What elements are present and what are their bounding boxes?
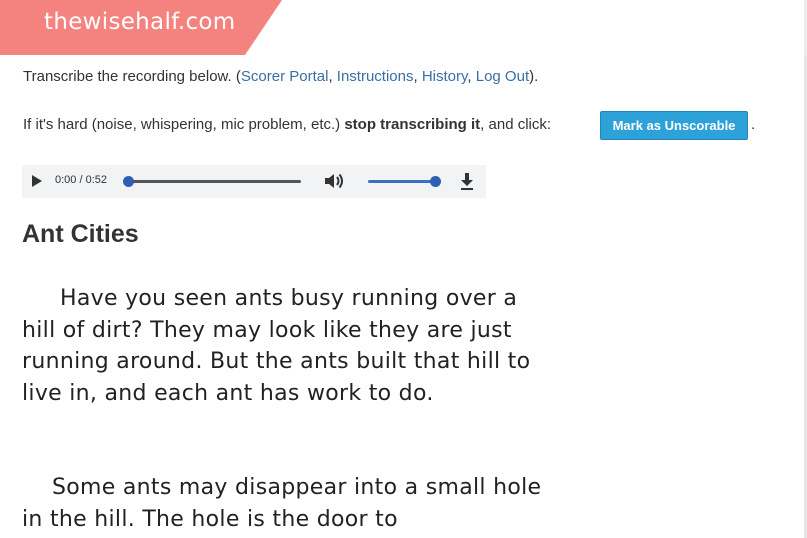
audio-progress-thumb[interactable]: [123, 176, 134, 187]
download-icon[interactable]: [459, 172, 475, 191]
instructions-link[interactable]: Instructions: [337, 68, 414, 85]
instructions-prefix: Transcribe the recording below. (: [23, 68, 241, 85]
story-paragraph: Some ants may disappear into a small hol…: [22, 475, 542, 532]
unscorable-instructions: If it's hard (noise, whispering, mic pro…: [23, 116, 552, 133]
history-link[interactable]: History: [422, 68, 468, 85]
instructions-suffix: ).: [529, 68, 539, 85]
audio-progress-track[interactable]: [127, 180, 301, 183]
log-out-link[interactable]: Log Out: [476, 68, 529, 85]
volume-icon[interactable]: [324, 172, 344, 190]
trailing-period: .: [751, 116, 756, 133]
scorer-portal-link[interactable]: Scorer Portal: [241, 68, 329, 85]
play-icon[interactable]: [32, 175, 42, 187]
story-title: Ant Cities: [22, 220, 139, 248]
audio-player: 0:00 / 0:52: [22, 165, 486, 198]
audio-time-display: 0:00 / 0:52: [55, 174, 107, 186]
mark-as-unscorable-button[interactable]: Mark as Unscorable: [600, 111, 748, 140]
volume-slider-thumb[interactable]: [430, 176, 441, 187]
stop-transcribing-emphasis: stop transcribing it: [344, 116, 481, 133]
instructions-line: Transcribe the recording below. (Scorer …: [23, 68, 539, 85]
brand-logo-text: thewisehalf.com: [44, 9, 236, 35]
story-paragraph: Have you seen ants busy running over a h…: [22, 286, 531, 406]
volume-slider-track[interactable]: [368, 180, 435, 183]
